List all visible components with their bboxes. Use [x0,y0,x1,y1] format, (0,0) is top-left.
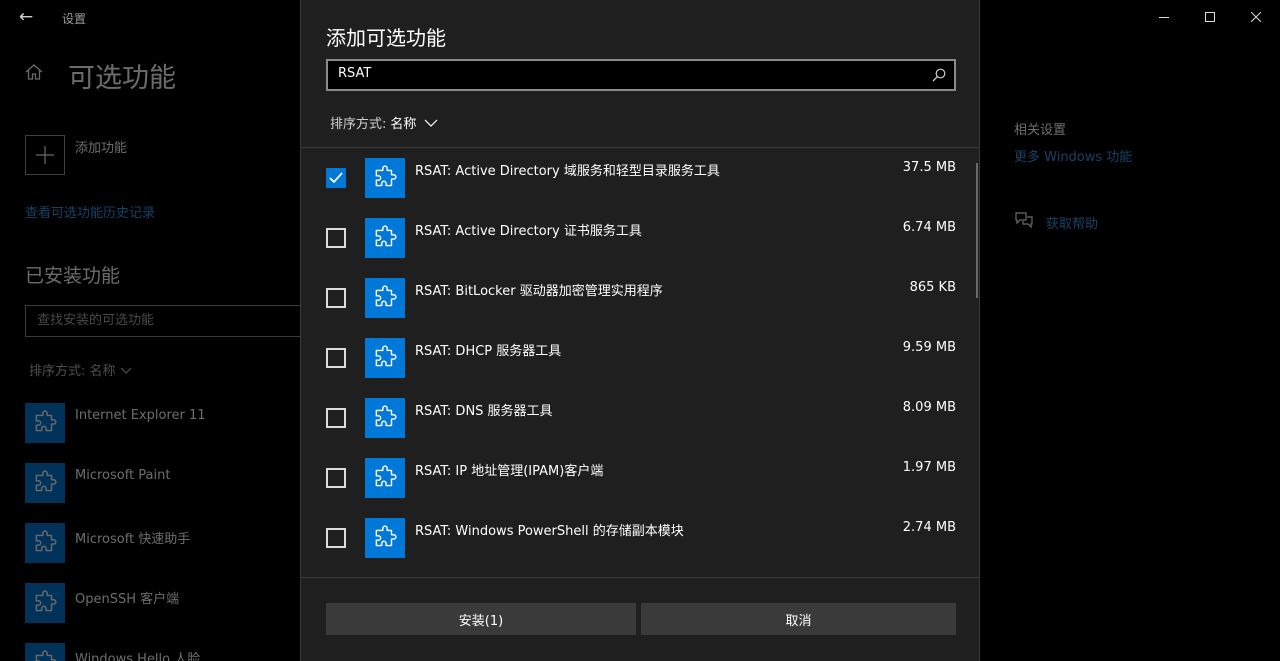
feature-row[interactable]: RSAT: IP 地址管理(IPAM)客户端 1.97 MB [301,448,979,508]
puzzle-icon [365,338,405,378]
puzzle-icon [365,458,405,498]
minimize-button[interactable] [1141,0,1187,34]
installed-item-label: Microsoft Paint [75,468,171,483]
install-button[interactable]: 安装(1) [326,603,636,635]
puzzle-icon [365,158,405,198]
feature-size: 2.74 MB [902,520,956,535]
maximize-icon [1205,12,1215,22]
sort-label: 排序方式: [330,117,387,132]
dialog-sort[interactable]: 排序方式: 名称 [330,113,438,132]
app-title: 设置 [62,12,87,26]
feature-size: 1.97 MB [902,460,956,475]
add-feature-label[interactable]: 添加功能 [75,137,127,156]
back-button[interactable]: ← [12,4,40,30]
feature-size: 9.59 MB [902,340,956,355]
installed-heading: 已安装功能 [25,265,121,287]
chevron-down-icon [120,367,132,374]
feature-row[interactable]: RSAT: Active Directory 证书服务工具 6.74 MB [301,208,979,268]
feature-checkbox[interactable] [326,168,346,188]
feature-search-input[interactable]: RSAT [326,59,956,91]
feature-checkbox[interactable] [326,228,346,248]
feature-row[interactable]: RSAT: Windows PowerShell 的存储副本模块 2.74 MB [301,508,979,568]
puzzle-icon [365,518,405,558]
maximize-button[interactable] [1187,0,1233,34]
more-windows-features-link[interactable]: 更多 Windows 功能 [1014,146,1132,165]
puzzle-icon [25,583,65,623]
feature-name: RSAT: DNS 服务器工具 [415,404,553,419]
sort-value: 名称 [89,364,116,379]
close-button[interactable] [1233,0,1279,34]
feature-checkbox[interactable] [326,468,346,488]
installed-item-label: Microsoft 快速助手 [75,532,191,547]
divider [301,577,979,578]
sort-label: 排序方式: [29,364,86,379]
checkmark-icon [329,172,343,184]
feature-size: 37.5 MB [902,160,956,175]
search-value: RSAT [338,66,372,81]
add-feature-button[interactable] [25,135,65,175]
feature-row[interactable]: RSAT: Active Directory 域服务和轻型目录服务工具 37.5… [301,148,979,208]
feature-row[interactable]: RSAT: BitLocker 驱动器加密管理实用程序 865 KB [301,268,979,328]
cancel-button[interactable]: 取消 [641,603,956,635]
puzzle-icon [25,643,65,661]
puzzle-icon [25,403,65,443]
feature-checkbox[interactable] [326,528,346,548]
feature-list: RSAT: Active Directory 域服务和轻型目录服务工具 37.5… [301,148,979,578]
feature-size: 865 KB [909,280,956,295]
puzzle-icon [365,218,405,258]
get-help-link[interactable]: 获取帮助 [1046,213,1098,232]
page-title: 可选功能 [68,63,176,94]
feature-row[interactable]: RSAT: DNS 服务器工具 8.09 MB [301,388,979,448]
minimize-icon [1159,17,1169,18]
installed-item-label: Internet Explorer 11 [75,408,206,423]
installed-sort[interactable]: 排序方式: 名称 [29,360,132,379]
home-icon[interactable] [24,62,44,82]
help-chat-icon [1015,212,1033,229]
scrollbar-thumb[interactable] [976,163,978,298]
feature-checkbox[interactable] [326,408,346,428]
plus-icon [36,146,54,164]
arrow-left-icon: ← [18,7,34,27]
related-settings-heading: 相关设置 [1014,123,1067,138]
feature-size: 6.74 MB [902,220,956,235]
dialog-title: 添加可选功能 [326,26,446,50]
history-link[interactable]: 查看可选功能历史记录 [25,202,155,221]
installed-search-input[interactable]: 查找安装的可选功能 [25,305,315,337]
add-optional-feature-dialog: 添加可选功能 RSAT 排序方式: 名称 RSAT: Active Direct… [300,0,980,661]
feature-name: RSAT: IP 地址管理(IPAM)客户端 [415,464,604,479]
search-icon[interactable] [932,68,946,82]
feature-name: RSAT: Active Directory 证书服务工具 [415,224,642,239]
installed-item-label: OpenSSH 客户端 [75,592,180,607]
puzzle-icon [25,463,65,503]
puzzle-icon [365,278,405,318]
feature-name: RSAT: BitLocker 驱动器加密管理实用程序 [415,284,663,299]
feature-row[interactable]: RSAT: DHCP 服务器工具 9.59 MB [301,328,979,388]
feature-name: RSAT: Active Directory 域服务和轻型目录服务工具 [415,164,720,179]
puzzle-icon [365,398,405,438]
close-icon [1251,12,1261,22]
feature-size: 8.09 MB [902,400,956,415]
feature-checkbox[interactable] [326,348,346,368]
installed-item-label: Windows Hello 人脸 [75,652,201,661]
feature-name: RSAT: DHCP 服务器工具 [415,344,562,359]
feature-name: RSAT: Windows PowerShell 的存储副本模块 [415,524,684,539]
chevron-down-icon [424,119,438,127]
sort-value: 名称 [390,117,417,132]
feature-checkbox[interactable] [326,288,346,308]
puzzle-icon [25,523,65,563]
